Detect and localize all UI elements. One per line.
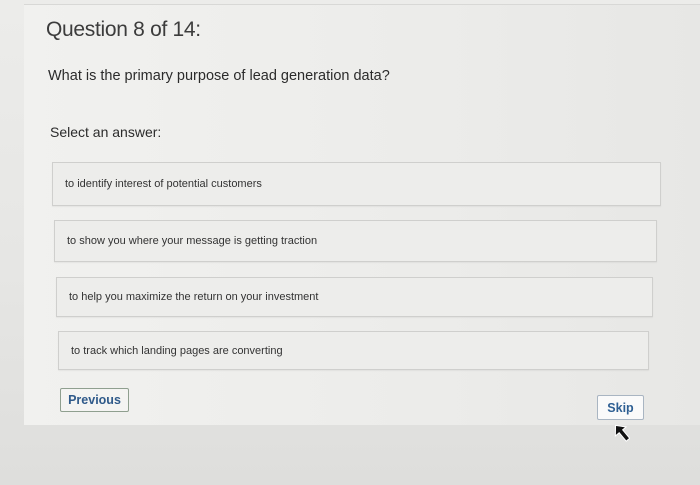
skip-button[interactable]: Skip xyxy=(597,395,644,420)
answer-option-label: to help you maximize the return on your … xyxy=(69,291,319,303)
answer-option-3[interactable]: to help you maximize the return on your … xyxy=(56,277,653,317)
answer-option-label: to show you where your message is gettin… xyxy=(67,235,318,247)
answer-option-label: to track which landing pages are convert… xyxy=(71,344,283,357)
question-text: What is the primary purpose of lead gene… xyxy=(48,68,390,84)
answer-option-1[interactable]: to identify interest of potential custom… xyxy=(52,162,661,206)
question-counter: Question 8 of 14: xyxy=(46,18,201,41)
previous-button[interactable]: Previous xyxy=(60,388,129,412)
answer-option-4[interactable]: to track which landing pages are convert… xyxy=(58,331,649,370)
select-answer-label: Select an answer: xyxy=(50,124,162,140)
answer-option-2[interactable]: to show you where your message is gettin… xyxy=(54,220,657,262)
mouse-pointer-icon xyxy=(614,424,630,442)
answer-option-label: to identify interest of potential custom… xyxy=(65,178,262,190)
